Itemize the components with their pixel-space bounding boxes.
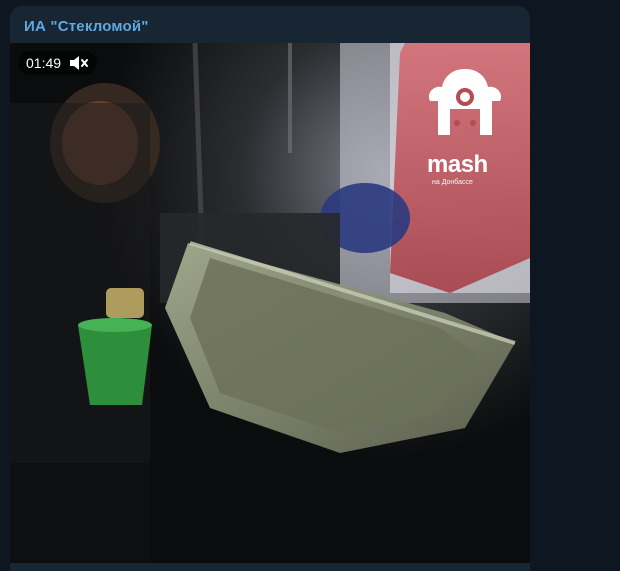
channel-post: ИА "Стекломой" 01:49 mash на Донбассе <box>10 6 530 571</box>
volume-muted-icon[interactable] <box>69 55 89 71</box>
video-player[interactable]: 01:49 mash на Донбассе <box>10 43 530 563</box>
mash-logo-text: mash <box>427 151 488 178</box>
video-current-time: 01:49 <box>26 55 62 71</box>
mash-logo-subtext: на Донбассе <box>432 179 473 186</box>
video-time-badge: 01:49 <box>18 51 98 75</box>
channel-name[interactable]: ИА "Стекломой" <box>24 18 149 35</box>
